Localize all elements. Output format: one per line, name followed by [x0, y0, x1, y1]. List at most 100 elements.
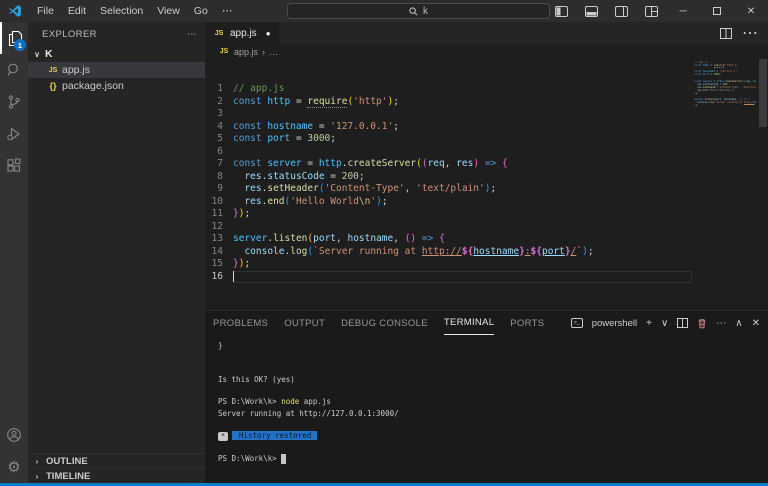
activity-settings[interactable]: ⚙: [0, 451, 28, 483]
tab-ports[interactable]: PORTS: [510, 311, 544, 335]
modified-dot-icon[interactable]: ●: [266, 29, 271, 38]
folder-row-k[interactable]: ∨ K: [28, 46, 205, 62]
activity-extensions[interactable]: [0, 150, 28, 182]
timeline-section[interactable]: › TIMELINE: [28, 468, 205, 483]
menu-file[interactable]: File: [30, 0, 61, 22]
tab-bar: JS app.js ● ⋯: [205, 22, 768, 44]
code-line[interactable]: 12: [205, 221, 768, 234]
extensions-icon: [6, 158, 22, 174]
maximize-panel-icon[interactable]: ∧: [735, 318, 742, 329]
file-row-packagejson[interactable]: {} package.json: [28, 78, 205, 94]
tab-debug-console[interactable]: DEBUG CONSOLE: [341, 311, 428, 335]
terminal-line: [218, 419, 768, 430]
split-editor-icon[interactable]: [720, 28, 732, 39]
code-line[interactable]: 9 res.setHeader('Content-Type', 'text/pl…: [205, 183, 768, 196]
line-number: 5: [205, 133, 233, 146]
activity-search[interactable]: [0, 54, 28, 86]
activity-accounts[interactable]: [0, 419, 28, 451]
code-line[interactable]: 8 res.statusCode = 200;: [205, 171, 768, 184]
scrollbar-thumb[interactable]: [759, 59, 767, 127]
terminal-line: }: [218, 340, 768, 351]
split-terminal-icon[interactable]: [677, 318, 688, 328]
terminal-line: [218, 351, 768, 362]
customize-layout-icon[interactable]: [636, 0, 666, 22]
activity-source-control[interactable]: [0, 86, 28, 118]
file-name: package.json: [62, 80, 124, 92]
line-number: 4: [205, 121, 233, 134]
folder-name: K: [45, 48, 53, 60]
new-terminal-icon[interactable]: +: [646, 318, 652, 329]
line-number: 10: [205, 196, 233, 209]
menu-edit[interactable]: Edit: [61, 0, 93, 22]
line-number: 1: [205, 83, 233, 96]
toggle-secondary-sidebar-icon[interactable]: [606, 0, 636, 22]
title-bar: File Edit Selection View Go ⋯ ← → k: [0, 0, 768, 22]
timeline-label: TIMELINE: [46, 471, 90, 482]
terminal-line: PS D:\Work\k> node app.js: [218, 396, 768, 407]
line-number: 8: [205, 171, 233, 184]
tab-terminal[interactable]: TERMINAL: [444, 311, 494, 335]
editor-group: JS app.js ● ⋯ JS app.js › … 1// app.js2c: [205, 22, 768, 483]
search-icon: [409, 7, 418, 16]
terminal-output[interactable]: } Is this OK? (yes) PS D:\Work\k> node a…: [205, 335, 768, 483]
run-debug-icon: [6, 126, 22, 142]
menu-go[interactable]: Go: [187, 0, 215, 22]
tab-appjs[interactable]: JS app.js ●: [205, 22, 279, 44]
toggle-panel-icon[interactable]: [576, 0, 606, 22]
code-line[interactable]: 6: [205, 146, 768, 159]
code-line[interactable]: 5const port = 3000;: [205, 133, 768, 146]
terminal-dropdown-icon[interactable]: ∨: [661, 318, 668, 329]
code-line[interactable]: 10 res.end('Hello World\n');: [205, 196, 768, 209]
code-line[interactable]: 11});: [205, 208, 768, 221]
breadcrumb-tail[interactable]: …: [269, 47, 278, 57]
code-line[interactable]: 15});: [205, 258, 768, 271]
menu-selection[interactable]: Selection: [93, 0, 150, 22]
toggle-sidebar-icon[interactable]: [546, 0, 576, 22]
tab-label: app.js: [230, 28, 257, 39]
code-editor[interactable]: 1// app.js2const http = require('http');…: [205, 59, 768, 310]
terminal-line: [218, 385, 768, 396]
kill-terminal-icon[interactable]: [697, 318, 707, 329]
bottom-panel: PROBLEMS OUTPUT DEBUG CONSOLE TERMINAL P…: [205, 310, 768, 483]
search-value: k: [423, 6, 428, 17]
code-line[interactable]: 1// app.js: [205, 83, 768, 96]
js-file-icon: JS: [218, 48, 230, 55]
code-line[interactable]: 14 console.log(`Server running at http:/…: [205, 246, 768, 259]
terminal-line: [218, 363, 768, 374]
editor-scrollbar[interactable]: [758, 59, 768, 310]
close-button[interactable]: ✕: [734, 0, 768, 22]
maximize-button[interactable]: [700, 0, 734, 22]
code-lines: 1// app.js2const http = require('http');…: [205, 83, 768, 283]
close-panel-icon[interactable]: ✕: [752, 318, 760, 329]
terminal-line: Is this OK? (yes): [218, 374, 768, 385]
command-center-search[interactable]: k: [287, 3, 550, 19]
editor-more-icon[interactable]: ⋯: [742, 23, 758, 43]
minimize-button[interactable]: ─: [666, 0, 700, 22]
activity-bar: 1: [0, 22, 28, 483]
code-line[interactable]: 16: [205, 271, 768, 284]
tab-problems[interactable]: PROBLEMS: [213, 311, 268, 335]
breadcrumb[interactable]: JS app.js › …: [205, 44, 768, 59]
menu-view[interactable]: View: [150, 0, 187, 22]
code-line[interactable]: 7const server = http.createServer((req, …: [205, 158, 768, 171]
tab-output[interactable]: OUTPUT: [284, 311, 325, 335]
terminal-line: *History restored: [218, 430, 768, 441]
code-line[interactable]: 3: [205, 108, 768, 121]
panel-more-icon[interactable]: ⋯: [716, 318, 726, 329]
sidebar-title: EXPLORER: [42, 29, 97, 40]
code-line[interactable]: 2const http = require('http');: [205, 96, 768, 109]
code-line[interactable]: 13server.listen(port, hostname, () => {: [205, 233, 768, 246]
activity-run-debug[interactable]: [0, 118, 28, 150]
file-row-appjs[interactable]: JS app.js: [28, 62, 205, 78]
minimap[interactable]: // app.jsconst http = require('http'); c…: [694, 61, 756, 111]
shell-label[interactable]: powershell: [592, 318, 637, 329]
accounts-icon: [6, 427, 22, 443]
sidebar-more-icon[interactable]: ⋯: [187, 29, 197, 40]
gear-icon: ⚙: [7, 458, 20, 476]
code-line[interactable]: 4const hostname = '127.0.0.1';: [205, 121, 768, 134]
menu-more-icon[interactable]: ⋯: [215, 0, 240, 22]
chevron-down-icon: ∨: [32, 50, 42, 59]
outline-section[interactable]: › OUTLINE: [28, 453, 205, 468]
breadcrumb-file[interactable]: app.js: [234, 47, 258, 57]
activity-explorer[interactable]: 1: [0, 22, 28, 54]
